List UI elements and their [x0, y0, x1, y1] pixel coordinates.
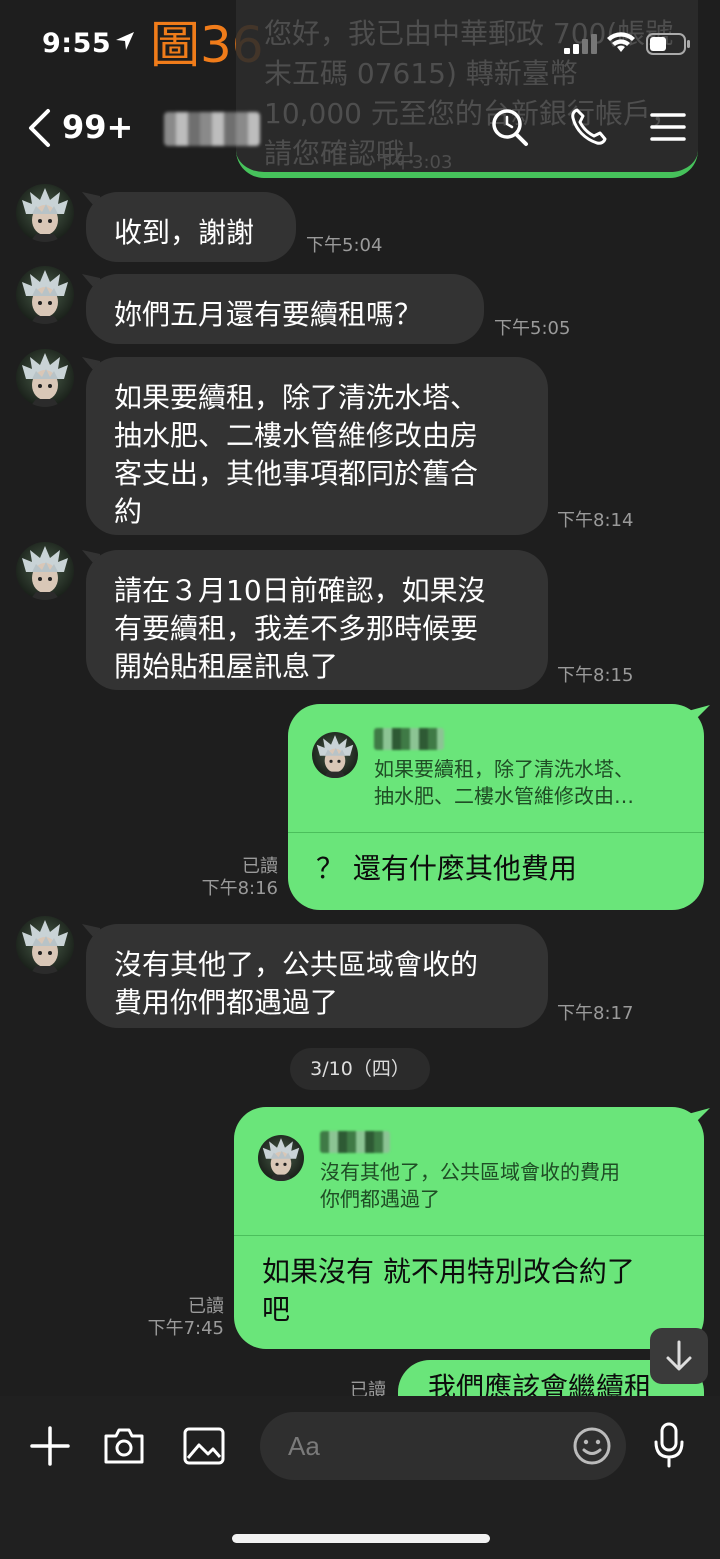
read-receipt: 已讀 [242, 856, 278, 877]
message-status: 已讀 下午8:16 [196, 856, 278, 900]
message-line: 約 [114, 495, 143, 528]
reply-divider [288, 832, 704, 833]
quoted-text-line: 沒有其他了，公共區域會收的費用 [320, 1160, 620, 1184]
quoted-text-line: 你們都遇過了 [320, 1187, 440, 1211]
location-arrow-icon [116, 32, 134, 50]
message-line: 如果沒有 就不用特別改合約了 [262, 1255, 635, 1288]
wifi-icon [607, 32, 635, 52]
contact-avatar[interactable] [16, 266, 74, 324]
contact-avatar[interactable] [16, 349, 74, 407]
status-time: 9:55 [42, 28, 112, 59]
message-line: 請在３月10日前確認，如果沒 [114, 574, 486, 607]
search-icon[interactable] [490, 106, 530, 148]
back-chevron-icon[interactable] [26, 108, 52, 148]
reply-divider [234, 1235, 704, 1236]
home-indicator[interactable] [232, 1534, 490, 1543]
message-line: 沒有其他了，公共區域會收的 [114, 948, 479, 981]
message-text: 妳們五月還有要續租嗎？ [114, 298, 423, 331]
quoted-user-name-blurred [374, 728, 444, 750]
message-time: 下午5:04 [306, 235, 383, 256]
camera-icon[interactable] [102, 1424, 146, 1468]
message-text: 如果沒有 就不用特別改合約了 吧 [262, 1253, 635, 1329]
microphone-icon[interactable] [652, 1422, 686, 1468]
message-line: 抽水肥、二樓水管維修改由房 [114, 419, 479, 452]
message-time: 下午8:15 [557, 665, 634, 686]
contact-avatar[interactable] [16, 542, 74, 600]
scroll-to-bottom-button[interactable] [650, 1328, 708, 1384]
message-status: 已讀 下午7:45 [140, 1296, 224, 1340]
quoted-text-line: 抽水肥、二樓水管維修改由… [374, 784, 634, 808]
message-line: 客支出，其他事項都同於舊合 [114, 457, 479, 490]
emoji-icon[interactable] [572, 1426, 612, 1466]
outgoing-reply-bubble[interactable]: 沒有其他了，公共區域會收的費用 你們都遇過了 如果沒有 就不用特別改合約了 吧 [234, 1107, 704, 1349]
message-time: 下午8:14 [557, 510, 634, 531]
incoming-message-bubble[interactable]: 妳們五月還有要續租嗎？ [86, 274, 484, 344]
message-text: 我們應該會繼續租 [428, 1371, 653, 1396]
phone-icon[interactable] [568, 106, 608, 148]
message-line: 有要續租，我差不多那時候要 [114, 612, 479, 645]
reply-quote[interactable]: 如果要續租，除了清洗水塔、 抽水肥、二樓水管維修改由… [312, 726, 684, 826]
outgoing-reply-bubble[interactable]: 如果要續租，除了清洗水塔、 抽水肥、二樓水管維修改由… ？ 還有什麼其他費用 [288, 704, 704, 910]
message-notification-banner[interactable]: 您好，我已由中華郵政 700(帳號末五碼 07615) 轉新臺幣 10,000 … [236, 0, 698, 178]
message-time: 下午8:16 [201, 878, 278, 899]
quoted-user-avatar [258, 1135, 304, 1181]
date-separator: 3/10（四） [290, 1048, 430, 1090]
reply-quote[interactable]: 沒有其他了，公共區域會收的費用 你們都遇過了 [258, 1129, 684, 1229]
cellular-signal-icon [564, 34, 597, 54]
plus-icon[interactable] [28, 1424, 72, 1468]
message-line: 如果要續租，除了清洗水塔、 [114, 381, 479, 414]
message-text: ？ 還有什麼其他費用 [316, 852, 577, 885]
message-text: 收到，謝謝 [114, 216, 255, 249]
read-receipt: 已讀 [188, 1296, 224, 1317]
notification-time: 下午3:03 [376, 152, 453, 173]
message-time: 下午5:05 [494, 318, 571, 339]
message-time: 下午7:45 [147, 1318, 224, 1339]
quoted-user-name-blurred [320, 1131, 390, 1153]
message-line: 費用你們都遇過了 [114, 986, 339, 1019]
incoming-message-bubble[interactable]: 請在３月10日前確認，如果沒 有要續租，我差不多那時候要 開始貼租屋訊息了 [86, 550, 548, 690]
battery-icon [646, 33, 690, 55]
image-icon[interactable] [182, 1424, 226, 1468]
message-line: 開始貼租屋訊息了 [114, 650, 339, 683]
arrow-down-icon [666, 1340, 692, 1371]
message-time: 下午8:17 [557, 1003, 634, 1024]
quoted-text-line: 如果要續租，除了清洗水塔、 [374, 757, 634, 781]
hamburger-menu-icon[interactable] [648, 106, 688, 148]
contact-avatar[interactable] [16, 916, 74, 974]
chat-contact-name-blurred [164, 112, 260, 146]
message-line: 吧 [262, 1293, 291, 1326]
incoming-message-bubble[interactable]: 沒有其他了，公共區域會收的 費用你們都遇過了 [86, 924, 548, 1028]
contact-avatar[interactable] [16, 184, 74, 242]
incoming-message-bubble[interactable]: 收到，謝謝 [86, 192, 296, 262]
incoming-message-bubble[interactable]: 如果要續租，除了清洗水塔、 抽水肥、二樓水管維修改由房 客支出，其他事項都同於舊… [86, 357, 548, 535]
quoted-user-avatar [312, 732, 358, 778]
unread-count[interactable]: 99+ [62, 108, 133, 146]
